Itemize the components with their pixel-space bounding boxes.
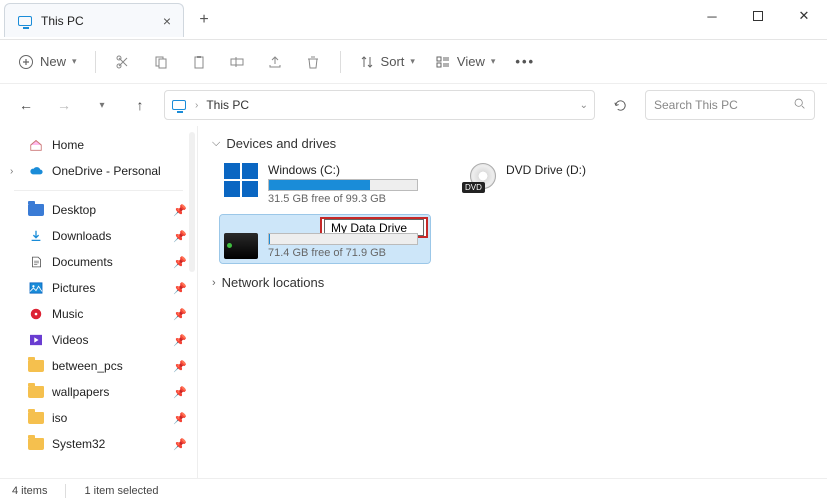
- add-tab-button[interactable]: +: [190, 6, 218, 34]
- sidebar-item-desktop[interactable]: Desktop📌: [0, 197, 197, 223]
- sort-icon: [359, 54, 375, 70]
- sidebar-item-home[interactable]: Home: [0, 132, 197, 158]
- sidebar-item-system32[interactable]: System32📌: [0, 431, 197, 457]
- chevron-right-icon[interactable]: ›: [212, 277, 216, 289]
- sidebar-item-videos[interactable]: Videos📌: [0, 327, 197, 353]
- free-space-text: 31.5 GB free of 99.3 GB: [268, 193, 418, 205]
- refresh-icon: [613, 98, 628, 113]
- drive-label: Windows (C:): [268, 163, 418, 177]
- dvd-icon: DVD: [462, 163, 496, 193]
- music-icon: [28, 306, 44, 322]
- folder-icon: [28, 360, 44, 372]
- sidebar-item-documents[interactable]: Documents📌: [0, 249, 197, 275]
- sidebar-item-downloads[interactable]: Downloads📌: [0, 223, 197, 249]
- hdd-icon: [224, 233, 258, 259]
- minimize-button[interactable]: ─: [689, 0, 735, 32]
- window-tab[interactable]: This PC ×: [4, 3, 184, 37]
- usage-bar: [268, 233, 418, 245]
- new-button[interactable]: New ▾: [10, 46, 85, 78]
- cloud-icon: [28, 163, 44, 179]
- chevron-down-icon[interactable]: ⌵: [212, 137, 220, 150]
- selection-count: 1 item selected: [84, 485, 158, 497]
- forward-button[interactable]: →: [50, 91, 78, 119]
- this-pc-icon: [17, 13, 33, 29]
- sidebar-item-wallpapers[interactable]: wallpapers📌: [0, 379, 197, 405]
- navigation-row: ← → ▾ ↑ › This PC ⌄ Search This PC: [0, 84, 827, 126]
- delete-button[interactable]: [296, 46, 330, 78]
- address-bar[interactable]: › This PC ⌄: [164, 90, 595, 120]
- drive-e[interactable]: 71.4 GB free of 71.9 GB: [220, 215, 430, 263]
- paste-button[interactable]: [182, 46, 216, 78]
- section-network-locations[interactable]: › Network locations: [212, 275, 813, 290]
- recent-locations-button[interactable]: ▾: [88, 91, 116, 119]
- sidebar-item-onedrive[interactable]: › OneDrive - Personal: [0, 158, 197, 184]
- search-box[interactable]: Search This PC: [645, 90, 815, 120]
- close-tab-icon[interactable]: ×: [163, 13, 171, 29]
- scrollbar[interactable]: [189, 132, 195, 272]
- navigation-pane: Home › OneDrive - Personal Desktop📌 Down…: [0, 126, 198, 478]
- pin-icon: 📌: [173, 204, 187, 217]
- titlebar: This PC × + ─ ✕: [0, 0, 827, 40]
- search-icon: [793, 97, 806, 113]
- content-pane[interactable]: ⌵ Devices and drives Windows (C:) 31.5 G…: [198, 126, 827, 478]
- command-toolbar: New ▾ Sort ▾ View ▾ •••: [0, 40, 827, 84]
- share-icon: [267, 54, 283, 70]
- refresh-button[interactable]: [605, 90, 635, 120]
- rename-button[interactable]: [220, 46, 254, 78]
- breadcrumb[interactable]: This PC: [206, 98, 249, 112]
- trash-icon: [305, 54, 321, 70]
- usage-bar: [268, 179, 418, 191]
- videos-icon: [28, 332, 44, 348]
- windows-logo-icon: [224, 163, 258, 197]
- rename-icon: [229, 54, 245, 70]
- copy-icon: [153, 54, 169, 70]
- sort-button[interactable]: Sort ▾: [351, 46, 423, 78]
- share-button[interactable]: [258, 46, 292, 78]
- drive-label: DVD Drive (D:): [506, 163, 586, 177]
- downloads-icon: [28, 228, 44, 244]
- search-placeholder: Search This PC: [654, 98, 738, 112]
- view-button[interactable]: View ▾: [427, 46, 503, 78]
- folder-icon: [28, 438, 44, 450]
- chevron-down-icon[interactable]: ⌄: [580, 100, 588, 111]
- home-icon: [28, 137, 44, 153]
- close-window-button[interactable]: ✕: [781, 0, 827, 32]
- drive-c[interactable]: Windows (C:) 31.5 GB free of 99.3 GB: [220, 159, 430, 209]
- sidebar-item-pictures[interactable]: Pictures📌: [0, 275, 197, 301]
- sidebar-item-between-pcs[interactable]: between_pcs📌: [0, 353, 197, 379]
- sidebar-item-music[interactable]: Music📌: [0, 301, 197, 327]
- sidebar-item-iso[interactable]: iso📌: [0, 405, 197, 431]
- section-devices-drives[interactable]: ⌵ Devices and drives: [212, 136, 813, 151]
- up-button[interactable]: ↑: [126, 91, 154, 119]
- free-space-text: 71.4 GB free of 71.9 GB: [268, 247, 418, 259]
- tab-title: This PC: [41, 14, 84, 28]
- chevron-right-icon[interactable]: ›: [10, 166, 13, 177]
- this-pc-icon: [171, 97, 187, 113]
- status-bar: 4 items 1 item selected: [0, 478, 827, 502]
- scissors-icon: [115, 54, 131, 70]
- desktop-icon: [28, 204, 44, 216]
- more-button[interactable]: •••: [507, 46, 543, 78]
- maximize-button[interactable]: [735, 0, 781, 32]
- item-count: 4 items: [12, 485, 47, 497]
- folder-icon: [28, 386, 44, 398]
- documents-icon: [28, 254, 44, 270]
- clipboard-icon: [191, 54, 207, 70]
- back-button[interactable]: ←: [12, 91, 40, 119]
- plus-circle-icon: [18, 54, 34, 70]
- cut-button[interactable]: [106, 46, 140, 78]
- copy-button[interactable]: [144, 46, 178, 78]
- drive-dvd[interactable]: DVD DVD Drive (D:): [458, 159, 668, 209]
- view-icon: [435, 54, 451, 70]
- pictures-icon: [28, 280, 44, 296]
- folder-icon: [28, 412, 44, 424]
